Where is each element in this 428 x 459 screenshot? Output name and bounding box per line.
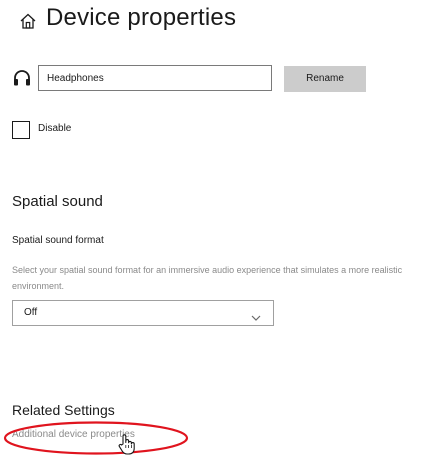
dropdown-selected-value: Off (24, 307, 38, 318)
disable-label: Disable (38, 123, 72, 134)
spatial-sound-description: Select your spatial sound format for an … (12, 265, 403, 291)
related-settings-heading: Related Settings (12, 402, 115, 418)
disable-checkbox[interactable] (12, 121, 30, 139)
chevron-down-icon (251, 309, 261, 321)
spatial-sound-heading: Spatial sound (12, 193, 103, 210)
device-name-field[interactable] (38, 65, 272, 91)
spatial-sound-format-label: Spatial sound format (12, 235, 104, 246)
spatial-sound-format-dropdown[interactable]: Off (12, 300, 274, 326)
headphones-icon (12, 68, 32, 88)
page-title: Device properties (46, 4, 237, 31)
hand-cursor-icon (116, 433, 138, 455)
home-icon (19, 12, 37, 30)
highlight-ellipse (2, 420, 190, 456)
rename-button[interactable]: Rename (284, 66, 366, 92)
